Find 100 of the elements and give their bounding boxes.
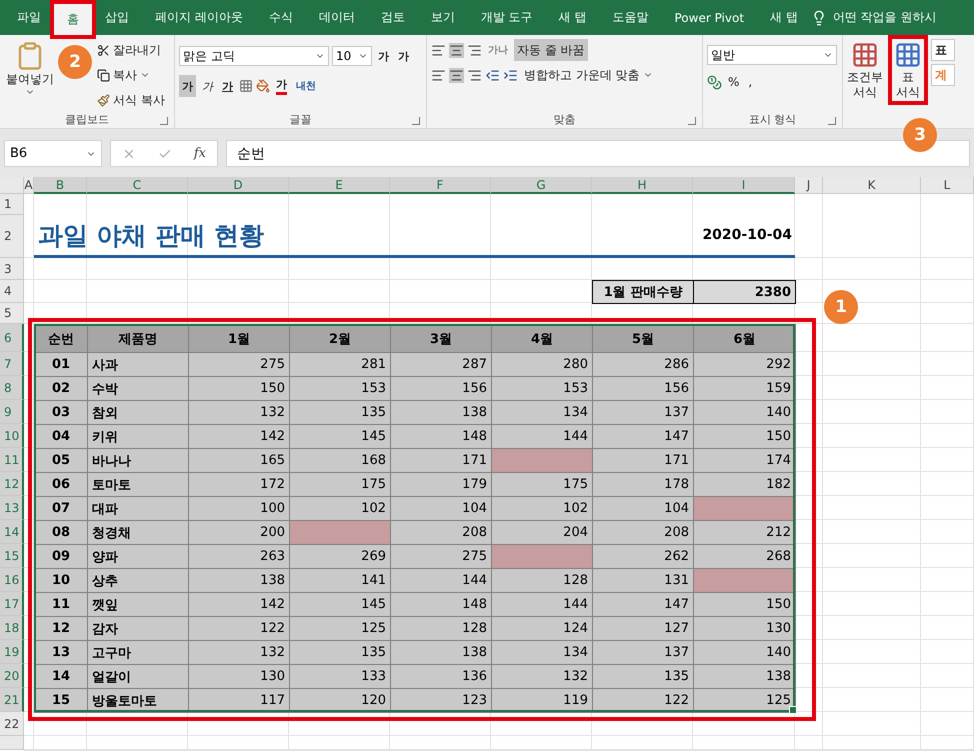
ribbon-tab[interactable]: 파일 xyxy=(4,9,54,26)
row-header[interactable]: 12 xyxy=(0,472,24,496)
column-header[interactable]: C xyxy=(87,177,188,194)
row-header[interactable]: 8 xyxy=(0,376,24,400)
paintbrush-icon xyxy=(97,94,110,106)
format-painter-button[interactable]: 서식 복사 xyxy=(94,89,168,111)
align-right-icon[interactable] xyxy=(467,68,482,82)
copy-button[interactable]: 복사 xyxy=(94,64,168,86)
table-cell: 280 xyxy=(491,352,593,377)
row-header[interactable]: 6 xyxy=(0,324,24,352)
ribbon-tab[interactable]: 삽입 xyxy=(92,9,142,26)
row-header[interactable]: 18 xyxy=(0,616,24,640)
orientation-button[interactable]: 가나 xyxy=(485,39,511,61)
row-header[interactable]: 2 xyxy=(0,215,24,258)
column-header[interactable]: K xyxy=(823,177,921,194)
row-header[interactable]: 14 xyxy=(0,520,24,544)
top-align-icon[interactable] xyxy=(431,42,446,58)
ribbon-tab[interactable]: 홈 xyxy=(54,4,92,35)
phonetic-button[interactable]: 내천 xyxy=(293,75,319,97)
column-header[interactable]: B xyxy=(34,177,87,194)
row-header[interactable]: 13 xyxy=(0,496,24,520)
row-header[interactable]: 20 xyxy=(0,664,24,688)
ribbon-tab[interactable]: 도움말 xyxy=(599,9,662,26)
ribbon-tab[interactable]: 데이터 xyxy=(306,9,368,26)
row-header[interactable]: 21 xyxy=(0,688,24,712)
ribbon-tab[interactable]: 수식 xyxy=(256,9,306,26)
dialog-launcher-icon[interactable] xyxy=(160,117,168,125)
row-header[interactable]: 11 xyxy=(0,448,24,472)
paste-button[interactable]: 붙여넣기 xyxy=(4,39,56,99)
column-header[interactable]: I xyxy=(693,177,795,194)
ribbon-tab[interactable]: 개발 도구 xyxy=(468,9,546,26)
bottom-align-icon[interactable] xyxy=(467,42,482,58)
row-header[interactable]: 17 xyxy=(0,592,24,616)
wrap-text-button[interactable]: 자동 줄 바꿈 xyxy=(514,39,588,61)
table-cell: 153 xyxy=(491,376,593,401)
bold-button[interactable]: 가 xyxy=(179,75,196,97)
row-header[interactable]: 7 xyxy=(0,352,24,376)
middle-align-icon[interactable] xyxy=(449,42,464,58)
borders-icon[interactable] xyxy=(239,79,253,93)
dialog-launcher-icon[interactable] xyxy=(412,117,420,125)
row-header[interactable]: 10 xyxy=(0,424,24,448)
row-header[interactable]: 16 xyxy=(0,568,24,592)
table-cell: 153 xyxy=(289,376,391,401)
column-header[interactable]: F xyxy=(390,177,491,194)
font-name-select[interactable]: 맑은 고딕 xyxy=(179,46,329,66)
cell-style[interactable]: 표 xyxy=(931,39,955,61)
row-header[interactable]: 19 xyxy=(0,640,24,664)
tell-me-search[interactable]: 어떤 작업을 원하시 xyxy=(832,9,937,26)
table-cell: 148 xyxy=(390,592,492,617)
table-icon xyxy=(894,41,922,69)
row-header[interactable]: 15 xyxy=(0,544,24,568)
ribbon-tab[interactable]: Power Pivot xyxy=(661,10,758,24)
align-center-icon[interactable] xyxy=(449,68,464,82)
percent-button[interactable]: % xyxy=(725,71,742,93)
ribbon-tab[interactable]: 페이지 레이아웃 xyxy=(142,9,256,26)
column-header[interactable]: H xyxy=(592,177,693,194)
formula-input[interactable]: 순번 xyxy=(226,140,970,167)
format-as-table-button[interactable]: 표 서식 xyxy=(892,39,924,101)
row-header[interactable]: 5 xyxy=(0,303,24,324)
row-header[interactable]: 1 xyxy=(0,194,24,215)
row-header[interactable]: 4 xyxy=(0,280,24,303)
table-cell: 159 xyxy=(693,376,796,401)
ribbon-tab[interactable]: 새 탭 xyxy=(546,9,600,26)
number-format-select[interactable]: 일반 xyxy=(707,45,837,65)
copy-icon xyxy=(97,68,110,82)
dialog-launcher-icon[interactable] xyxy=(688,117,696,125)
font-size-select[interactable]: 10 xyxy=(332,46,372,66)
table-cell: 141 xyxy=(289,568,391,593)
column-header[interactable]: L xyxy=(921,177,974,194)
increase-indent-icon[interactable] xyxy=(503,68,518,82)
column-header[interactable]: J xyxy=(795,177,823,194)
conditional-formatting-button[interactable]: 조건부 서식 xyxy=(845,39,885,101)
table-cell: 124 xyxy=(491,616,593,641)
cut-button[interactable]: 잘라내기 xyxy=(94,39,168,61)
name-box[interactable]: B6 xyxy=(4,140,102,167)
font-color-button[interactable]: 가 xyxy=(273,75,290,97)
fill-color-icon[interactable] xyxy=(256,79,270,93)
shrink-font-button[interactable]: 가 xyxy=(395,45,412,67)
table-cell: 대파 xyxy=(87,496,189,521)
grow-font-button[interactable]: 가 xyxy=(375,45,392,67)
grid-icon xyxy=(851,41,879,69)
ribbon-tab[interactable]: 검토 xyxy=(368,9,418,26)
ribbon-tab[interactable]: 새 탭 xyxy=(757,9,811,26)
column-header[interactable]: E xyxy=(289,177,390,194)
underline-button[interactable]: 가 xyxy=(219,75,236,97)
italic-button[interactable]: 가 xyxy=(199,75,216,97)
align-left-icon[interactable] xyxy=(431,68,446,82)
column-header[interactable]: D xyxy=(188,177,289,194)
merge-center-button[interactable]: 병합하고 가운데 맞춤 xyxy=(521,64,656,86)
row-header[interactable]: 3 xyxy=(0,258,24,280)
row-header[interactable]: 22 xyxy=(0,712,24,736)
insert-function-button[interactable]: fx xyxy=(194,146,206,161)
decrease-indent-icon[interactable] xyxy=(485,68,500,82)
column-header[interactable]: A xyxy=(24,177,34,194)
ribbon-tab[interactable]: 보기 xyxy=(418,9,468,26)
comma-button[interactable]: , xyxy=(745,71,756,93)
row-header[interactable]: 9 xyxy=(0,400,24,424)
column-header[interactable]: G xyxy=(491,177,592,194)
dialog-launcher-icon[interactable] xyxy=(828,117,836,125)
currency-icon[interactable] xyxy=(707,74,722,90)
